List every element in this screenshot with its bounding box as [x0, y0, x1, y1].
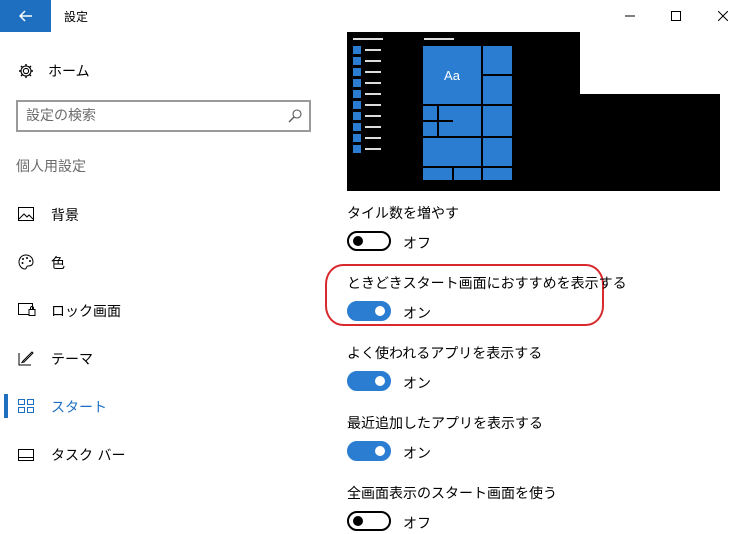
- toggle-state-label: オン: [403, 446, 431, 462]
- sidebar: ホーム 個人用設定 背景 色 ロック画面 テーマ: [0, 32, 330, 534]
- sidebar-item-lock-screen[interactable]: ロック画面: [0, 290, 330, 330]
- toggle-knob: [375, 376, 385, 386]
- close-icon: [718, 11, 728, 21]
- toggle-state-label: オン: [403, 376, 431, 392]
- setting-label-suggestions: ときどきスタート画面におすすめを表示する: [347, 276, 627, 292]
- sidebar-item-theme[interactable]: テーマ: [0, 338, 330, 378]
- home-label: ホーム: [48, 64, 90, 80]
- sidebar-item-label: 色: [51, 256, 65, 272]
- section-label: 個人用設定: [16, 159, 86, 175]
- close-button[interactable]: [700, 0, 746, 32]
- toggle-more-tiles[interactable]: [347, 231, 391, 251]
- toggle-recently-added[interactable]: [347, 441, 391, 461]
- palette-icon: [18, 254, 36, 270]
- toggle-most-used[interactable]: [347, 371, 391, 391]
- start-preview-image: Aa: [347, 32, 720, 191]
- toggle-knob: [375, 446, 385, 456]
- toggle-knob: [353, 236, 363, 246]
- setting-label-more-tiles: タイル数を増やす: [347, 206, 459, 222]
- search-box[interactable]: [16, 100, 311, 132]
- picture-icon: [18, 206, 36, 222]
- setting-label-full-screen: 全画面表示のスタート画面を使う: [347, 486, 557, 502]
- theme-icon: [18, 350, 36, 366]
- toggle-state-label: オン: [403, 306, 431, 322]
- minimize-button[interactable]: [607, 0, 653, 32]
- taskbar-icon: [18, 446, 36, 462]
- sidebar-item-color[interactable]: 色: [0, 242, 330, 282]
- toggle-state-label: オフ: [403, 516, 431, 532]
- start-icon: [18, 398, 36, 414]
- sidebar-item-home[interactable]: ホーム: [18, 60, 90, 82]
- sidebar-item-taskbar[interactable]: タスク バー: [0, 434, 330, 474]
- window-title: 設定: [64, 10, 89, 24]
- search-input[interactable]: [26, 106, 276, 126]
- toggle-knob: [375, 306, 385, 316]
- sidebar-item-start[interactable]: スタート: [0, 386, 330, 426]
- active-indicator: [4, 394, 8, 418]
- toggle-full-screen[interactable]: [347, 511, 391, 531]
- toggle-knob: [353, 516, 363, 526]
- gear-icon: [19, 64, 33, 78]
- maximize-button[interactable]: [653, 0, 699, 32]
- search-icon: [288, 109, 302, 123]
- setting-label-most-used: よく使われるアプリを表示する: [347, 346, 543, 362]
- sidebar-item-background[interactable]: 背景: [0, 194, 330, 234]
- sidebar-item-label: スタート: [51, 400, 107, 416]
- back-arrow-icon: [18, 10, 32, 22]
- preview-tile-text: Aa: [444, 68, 461, 83]
- sidebar-item-label: 背景: [51, 208, 79, 224]
- sidebar-item-label: ロック画面: [51, 304, 121, 320]
- toggle-suggestions[interactable]: [347, 301, 391, 321]
- setting-label-recently-added: 最近追加したアプリを表示する: [347, 416, 543, 432]
- back-button[interactable]: [0, 0, 51, 32]
- title-bar: 設定: [0, 0, 748, 32]
- start-preview: Aa: [347, 32, 720, 191]
- toggle-state-label: オフ: [403, 236, 431, 252]
- lock-screen-icon: [18, 302, 36, 318]
- sidebar-item-label: タスク バー: [51, 448, 126, 464]
- minimize-icon: [625, 15, 635, 17]
- maximize-icon: [671, 11, 681, 21]
- sidebar-item-label: テーマ: [51, 352, 93, 368]
